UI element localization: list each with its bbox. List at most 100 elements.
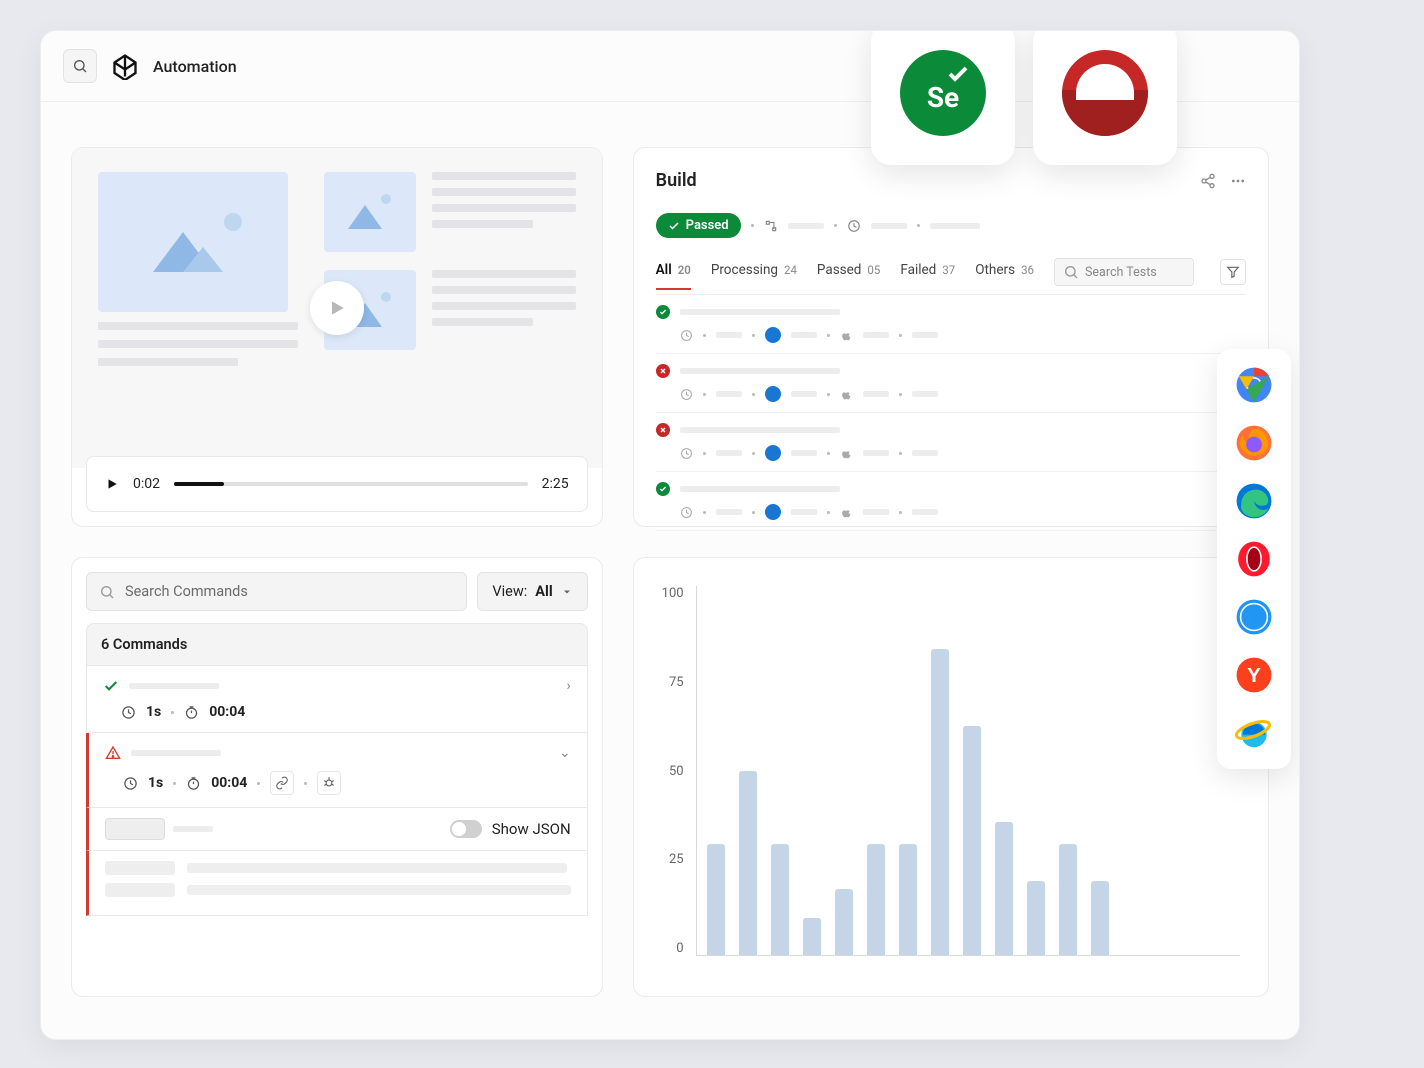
selenium-icon: Se [900, 50, 986, 136]
chart-bar [963, 726, 981, 955]
build-tabs: All20 Processing24 Passed05 Failed37 Oth… [656, 258, 1246, 295]
check-icon [103, 678, 119, 694]
commands-panel: Search Commands View: All 6 Commands › 1… [71, 557, 603, 997]
global-search-button[interactable] [63, 49, 97, 83]
chrome-icon[interactable] [1234, 365, 1274, 405]
tab-others[interactable]: Others36 [975, 262, 1034, 290]
y-tick-label: 25 [669, 852, 684, 867]
page-title: Automation [153, 57, 237, 76]
link-icon[interactable] [270, 771, 294, 795]
y-tick-label: 50 [669, 764, 684, 779]
command-elapsed: 00:04 [209, 704, 245, 720]
video-controls: 0:02 2:25 [86, 456, 588, 512]
video-total-time: 2:25 [542, 476, 569, 492]
test-row[interactable] [656, 413, 1246, 472]
opera-icon[interactable] [1234, 539, 1274, 579]
tests-list [656, 295, 1246, 531]
command-elapsed: 00:04 [211, 775, 247, 791]
test-row[interactable] [656, 472, 1246, 531]
chart-bar [899, 844, 917, 955]
more-icon[interactable] [1230, 173, 1246, 189]
play-icon [327, 298, 347, 318]
chart-bar [835, 889, 853, 955]
search-commands-placeholder: Search Commands [125, 583, 248, 600]
search-commands-input[interactable]: Search Commands [86, 572, 467, 611]
firefox-icon[interactable] [1234, 423, 1274, 463]
clock-icon [847, 219, 861, 233]
warning-icon [105, 745, 121, 761]
clock-icon [680, 329, 693, 342]
command-row[interactable]: › 1s 00:04 [86, 666, 588, 733]
search-tests-input[interactable]: Search Tests [1054, 258, 1194, 286]
search-icon [72, 58, 88, 74]
clock-icon [680, 447, 693, 460]
browser-chip-icon [765, 327, 781, 343]
show-json-toggle[interactable] [450, 820, 482, 838]
redmine-icon [1062, 50, 1148, 136]
play-icon[interactable] [105, 477, 119, 491]
play-button[interactable] [310, 281, 364, 335]
selenium-badge: Se [871, 30, 1015, 165]
chart-y-axis: 100 75 50 25 0 [662, 586, 696, 956]
browser-chip-icon [765, 386, 781, 402]
chart-bar [739, 771, 757, 956]
apple-icon [840, 447, 853, 460]
y-tick-label: 100 [662, 586, 684, 601]
search-tests-placeholder: Search Tests [1085, 265, 1157, 280]
tab-processing[interactable]: Processing24 [711, 262, 797, 290]
tab-failed[interactable]: Failed37 [900, 262, 955, 290]
svg-text:Y: Y [1247, 664, 1261, 687]
search-icon [99, 584, 115, 600]
chart-bar [771, 844, 789, 955]
brand-badges: Se [871, 30, 1177, 165]
search-icon [1063, 264, 1079, 280]
apple-icon [840, 388, 853, 401]
y-tick-label: 0 [676, 941, 683, 956]
browser-sidebar: Y [1217, 349, 1291, 769]
test-row[interactable] [656, 295, 1246, 354]
chart-bar [707, 844, 725, 955]
view-value: All [535, 583, 552, 600]
check-icon [668, 220, 680, 232]
placeholder-image-small [324, 172, 416, 252]
build-title: Build [656, 170, 697, 191]
status-dot-icon [656, 305, 670, 319]
clock-icon [121, 705, 136, 720]
chart-bar [867, 844, 885, 955]
video-progress-bar[interactable] [174, 482, 528, 486]
chart-bar [803, 918, 821, 955]
status-dot-icon [656, 364, 670, 378]
video-current-time: 0:02 [133, 476, 160, 492]
edge-icon[interactable] [1234, 481, 1274, 521]
y-tick-label: 75 [669, 675, 684, 690]
chevron-right-icon[interactable]: › [566, 678, 570, 694]
filter-button[interactable] [1220, 259, 1246, 285]
hierarchy-icon [764, 219, 778, 233]
clock-icon [680, 388, 693, 401]
ie-icon[interactable] [1234, 713, 1274, 753]
status-badge-label: Passed [686, 218, 729, 233]
chart-bar [995, 822, 1013, 955]
content-grid: 0:02 2:25 Build Passed [41, 102, 1299, 1027]
view-dropdown[interactable]: View: All [477, 572, 587, 611]
clock-icon [123, 776, 138, 791]
yandex-icon[interactable]: Y [1234, 655, 1274, 695]
safari-icon[interactable] [1234, 597, 1274, 637]
tab-passed[interactable]: Passed05 [817, 262, 880, 290]
command-row[interactable]: ⌄ 1s 00:04 [86, 733, 588, 808]
chevron-down-icon[interactable]: ⌄ [559, 745, 571, 761]
bug-icon[interactable] [317, 771, 341, 795]
commands-count-header: 6 Commands [86, 623, 588, 666]
app-window: Automation [40, 30, 1300, 1040]
redmine-badge [1033, 30, 1177, 165]
tab-all[interactable]: All20 [656, 262, 691, 290]
share-icon[interactable] [1200, 173, 1216, 189]
json-table [86, 851, 588, 916]
chart-panel: 100 75 50 25 0 [633, 557, 1269, 997]
test-row[interactable] [656, 354, 1246, 413]
filter-icon [1226, 265, 1240, 279]
command-duration: 1s [148, 775, 163, 791]
video-frame [72, 148, 602, 468]
show-json-label: Show JSON [492, 820, 571, 838]
clock-icon [680, 506, 693, 519]
